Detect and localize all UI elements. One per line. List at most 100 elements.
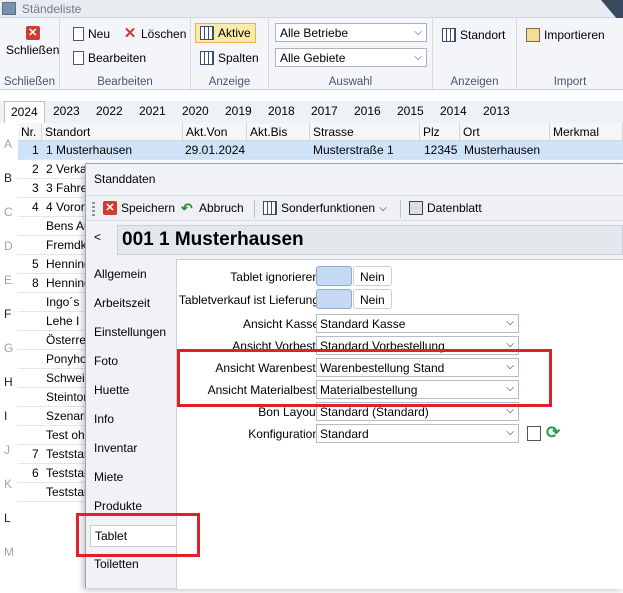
alphabet-index: A B C D E F G H I J K L M xyxy=(0,123,16,593)
table-row[interactable]: 7 Teststan xyxy=(18,445,91,464)
column-header-nr[interactable]: Nr. xyxy=(18,123,42,141)
column-header-akt-bis[interactable]: Akt.Bis xyxy=(247,123,310,141)
dialog-title: Standdaten xyxy=(94,172,156,186)
index-letter[interactable]: H xyxy=(4,375,13,389)
tab-year-2021[interactable]: 2021 xyxy=(139,104,166,118)
column-header-akt-von[interactable]: Akt.Von xyxy=(183,123,247,141)
delete-button[interactable]: ✕ Löschen xyxy=(123,26,187,41)
active-button-label: Aktive xyxy=(218,26,251,40)
new-document-icon xyxy=(73,27,84,41)
tab-year-2019[interactable]: 2019 xyxy=(225,104,252,118)
gebiete-select[interactable]: Alle Gebiete ⌵ xyxy=(275,48,427,67)
index-letter[interactable]: E xyxy=(4,273,12,287)
standort-button[interactable]: Standort xyxy=(442,28,505,42)
table-row[interactable]: Szenario xyxy=(18,407,93,426)
table-row[interactable]: Teststan xyxy=(18,483,91,502)
import-button[interactable]: Importieren xyxy=(526,28,605,42)
nav-item-inventar[interactable]: Inventar xyxy=(94,441,137,455)
tablet-delivery-value[interactable]: Nein xyxy=(353,289,392,309)
record-header: 001 1 Musterhausen xyxy=(117,225,623,255)
nav-item-produkte[interactable]: Produkte xyxy=(94,499,142,513)
close-button[interactable]: ✕ Schließen xyxy=(6,26,59,57)
chevron-down-icon: ⌵ xyxy=(506,427,514,438)
tab-year-2018[interactable]: 2018 xyxy=(268,104,295,118)
title-bar: Ständeliste xyxy=(0,0,623,26)
table-row[interactable]: Fremdka xyxy=(18,236,93,255)
index-letter[interactable]: F xyxy=(4,307,11,321)
tab-year-2014[interactable]: 2014 xyxy=(440,104,467,118)
column-header-standort[interactable]: Standort xyxy=(42,123,183,141)
edit-button[interactable]: Bearbeiten xyxy=(73,51,146,65)
nav-item-einstellungen[interactable]: Einstellungen xyxy=(94,325,166,339)
special-functions-button[interactable]: Sonderfunktionen ⌵ xyxy=(263,201,387,215)
column-header-ort[interactable]: Ort xyxy=(460,123,550,141)
column-header-strasse[interactable]: Strasse xyxy=(310,123,420,141)
group-label-anzeigen: Anzeigen xyxy=(450,76,499,88)
index-letter[interactable]: C xyxy=(4,205,13,219)
back-button[interactable]: < xyxy=(94,230,101,244)
index-letter[interactable]: L xyxy=(4,511,11,525)
toolbar-separator xyxy=(254,200,255,218)
table-row[interactable]: Österrei xyxy=(18,331,89,350)
cell-standort: Österrei xyxy=(46,333,89,347)
table-row[interactable]: Bens Au xyxy=(18,217,91,236)
table-row[interactable]: 6 Teststan xyxy=(18,464,91,483)
tablet-ignore-value[interactable]: Nein xyxy=(353,266,392,286)
nav-item-toiletten[interactable]: Toiletten xyxy=(94,557,139,571)
column-header-merkmal[interactable]: Merkmal xyxy=(550,123,623,141)
ansicht-kasse-select[interactable]: Standard Kasse ⌵ xyxy=(316,314,519,333)
table-row[interactable]: Steintor xyxy=(18,388,88,407)
table-row[interactable]: 1 1 Musterhausen 29.01.2024 Musterstraße… xyxy=(18,141,623,160)
tab-year-2013[interactable]: 2013 xyxy=(483,104,510,118)
nav-item-arbeitszeit[interactable]: Arbeitszeit xyxy=(94,296,150,310)
active-button[interactable]: Aktive xyxy=(195,23,256,43)
edit-icon xyxy=(73,51,84,65)
nav-item-foto[interactable]: Foto xyxy=(94,354,118,368)
table-row[interactable]: 8 Henning xyxy=(18,274,91,293)
nav-item-info[interactable]: Info xyxy=(94,412,114,426)
tablet-delivery-toggle[interactable] xyxy=(316,289,352,309)
index-letter[interactable]: B xyxy=(4,171,12,185)
index-letter[interactable]: M xyxy=(4,545,14,559)
table-row[interactable]: Schweiz xyxy=(18,369,91,388)
index-letter[interactable]: J xyxy=(4,443,10,457)
standort-icon xyxy=(442,28,456,42)
index-letter[interactable]: D xyxy=(4,239,13,253)
betriebe-select[interactable]: Alle Betriebe ⌵ xyxy=(275,23,427,42)
tab-year-2015[interactable]: 2015 xyxy=(397,104,424,118)
index-letter[interactable]: I xyxy=(4,409,7,423)
cell-standort: Ingo´s xyxy=(46,295,80,309)
konfiguration-select[interactable]: Standard ⌵ xyxy=(316,424,519,443)
table-row[interactable]: 22 Verkau xyxy=(18,160,93,179)
index-letter[interactable]: K xyxy=(4,477,12,491)
table-row[interactable]: Test ohn xyxy=(18,426,91,445)
save-button[interactable]: ✕ Speichern xyxy=(103,201,175,215)
nav-item-huette[interactable]: Huette xyxy=(94,383,129,397)
cancel-button[interactable]: ↶ Abbruch xyxy=(181,201,244,215)
tab-year-2023[interactable]: 2023 xyxy=(53,104,80,118)
index-letter[interactable]: G xyxy=(4,341,13,355)
columns-button[interactable]: Spalten xyxy=(200,51,259,65)
edit-icon[interactable] xyxy=(527,426,541,441)
table-row[interactable]: Lehe I xyxy=(18,312,88,331)
tab-year-2020[interactable]: 2020 xyxy=(182,104,209,118)
table-row[interactable]: 5 Henning xyxy=(18,255,91,274)
index-letter[interactable]: A xyxy=(4,137,12,151)
table-row[interactable]: Ponyhof xyxy=(18,350,90,369)
refresh-icon[interactable]: ⟳ xyxy=(546,423,560,443)
tab-year-2024[interactable]: 2024 xyxy=(4,101,45,123)
toolbar-grip[interactable] xyxy=(92,202,95,217)
year-tabs: 2024 2023 2022 2021 2020 2019 2018 2017 … xyxy=(0,101,623,123)
nav-item-miete[interactable]: Miete xyxy=(94,470,123,484)
tab-year-2022[interactable]: 2022 xyxy=(96,104,123,118)
nav-item-allgemein[interactable]: Allgemein xyxy=(94,267,147,281)
new-button[interactable]: Neu xyxy=(73,27,110,41)
table-row[interactable]: 4 4 Vorort xyxy=(18,198,88,217)
column-header-plz[interactable]: Plz xyxy=(420,123,460,141)
datasheet-button[interactable]: Datenblatt xyxy=(409,201,482,215)
table-row[interactable]: Ingo´s xyxy=(18,293,88,312)
tab-year-2016[interactable]: 2016 xyxy=(354,104,381,118)
table-row[interactable]: 33 Fahrer xyxy=(18,179,91,198)
tablet-ignore-toggle[interactable] xyxy=(316,266,352,286)
tab-year-2017[interactable]: 2017 xyxy=(311,104,338,118)
